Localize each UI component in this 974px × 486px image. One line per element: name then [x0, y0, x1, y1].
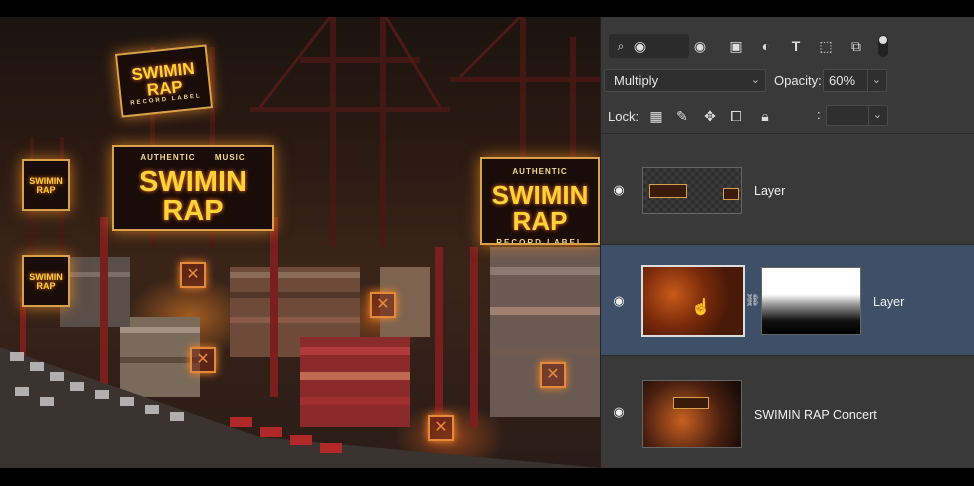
billboard-title: SWIMIN RAP	[29, 272, 63, 291]
image-icon[interactable]: ▣	[727, 37, 745, 55]
billboard-subtitle: RECORD LABEL	[114, 230, 272, 231]
layer-name[interactable]: SWIMIN RAP Concert	[754, 408, 877, 422]
crab-logo-sign: ✕	[428, 415, 454, 441]
billboard-title: SWIMIN RAP	[491, 180, 589, 236]
layer-row[interactable]: ◉ SWIMIN RAP Concert	[601, 355, 974, 466]
artboard-icon[interactable]: ⧠	[727, 107, 745, 125]
eye-icon[interactable]: ◉	[611, 182, 627, 198]
lock-label: Lock:	[608, 109, 640, 124]
chevron-down-icon[interactable]: ⌄	[866, 70, 881, 91]
blend-mode-select[interactable]: Multiply ⌄	[604, 69, 766, 92]
brush-icon[interactable]: ✎	[673, 107, 691, 125]
billboard-main: AUTHENTIC MUSIC SWIMIN RAP RECORD LABEL	[112, 145, 274, 231]
billboard-left-lower: SWIMIN RAP	[22, 255, 70, 307]
billboard-subtitle: RECORD LABEL	[496, 238, 584, 245]
crab-logo-sign: ✕	[370, 292, 396, 318]
move-icon[interactable]: ✥	[701, 107, 719, 125]
chevron-down-icon[interactable]: ⌄	[867, 106, 882, 125]
type-icon[interactable]: T	[787, 37, 805, 55]
billboard-music: MUSIC	[214, 153, 246, 162]
layer-name[interactable]: Layer	[873, 295, 904, 309]
eye-icon[interactable]: ◉	[691, 37, 709, 55]
link-icon[interactable]: ⛓	[745, 293, 760, 307]
chevron-down-icon: ⌄	[750, 74, 760, 86]
billboard-title: SWIMIN RAP	[139, 166, 247, 227]
lock-icon[interactable]: 🔒︎	[756, 107, 774, 125]
adjustment-icon[interactable]: ◐	[757, 37, 775, 55]
filter-toggle-icon[interactable]	[878, 35, 888, 57]
layer-thumbnail[interactable]	[642, 167, 742, 214]
crab-logo-sign: ✕	[190, 347, 216, 373]
crab-logo-sign: ✕	[540, 362, 566, 388]
layer-name[interactable]: Layer	[754, 184, 785, 198]
shape-icon[interactable]: ⬚	[817, 37, 835, 55]
blend-mode-value: Multiply	[614, 73, 659, 88]
layers-panel: ⌕ ◉ ◉ ▣ ◐ T ⬚ ⧉ Multiply ⌄ Opacity: 60% …	[600, 17, 974, 468]
crab-logo-sign: ✕	[180, 262, 206, 288]
search-icon[interactable]: ⌕	[612, 37, 630, 55]
opacity-value: 60%	[829, 73, 856, 88]
eye-icon[interactable]: ◉	[611, 404, 627, 420]
layer-row[interactable]: ◉ Layer	[601, 133, 974, 244]
layer-thumbnail[interactable]	[642, 380, 742, 448]
layer-filter-box[interactable]: ⌕ ◉	[609, 34, 689, 82]
layer-mask-thumbnail[interactable]	[761, 267, 861, 335]
eye-icon[interactable]: ◉	[611, 293, 627, 309]
eye-icon[interactable]: ◉	[631, 37, 649, 55]
billboard-title: SWIMIN RAP	[29, 176, 63, 195]
billboard-right: AUTHENTIC SWIMIN RAP RECORD LABEL	[480, 157, 600, 245]
billboard-top-left: SWIMIN RAP RECORD LABEL	[114, 44, 214, 118]
fill-label: :	[817, 107, 821, 122]
smart-object-icon[interactable]: ⧉	[847, 37, 865, 55]
layer-row-selected[interactable]: ◉ ☝ ⛓ Layer	[601, 244, 974, 355]
billboard-left-upper: SWIMIN RAP	[22, 159, 70, 211]
cursor-hand-icon: ☝	[691, 299, 711, 316]
lock-transparent-pixels-icon[interactable]: ▦	[647, 107, 665, 125]
fill-field[interactable]: ⌄	[826, 105, 888, 126]
billboard-authentic: AUTHENTIC	[140, 153, 196, 162]
billboard-authentic: AUTHENTIC	[512, 167, 568, 176]
top-black-bar	[0, 0, 974, 17]
document-canvas[interactable]: SWIMIN RAP RECORD LABEL AUTHENTIC MUSIC …	[0, 17, 600, 468]
layer-thumbnail[interactable]: ☝	[641, 265, 745, 337]
bottom-black-bar	[0, 468, 974, 486]
opacity-field[interactable]: 60% ⌄	[823, 69, 887, 92]
opacity-label: Opacity:	[774, 73, 822, 88]
